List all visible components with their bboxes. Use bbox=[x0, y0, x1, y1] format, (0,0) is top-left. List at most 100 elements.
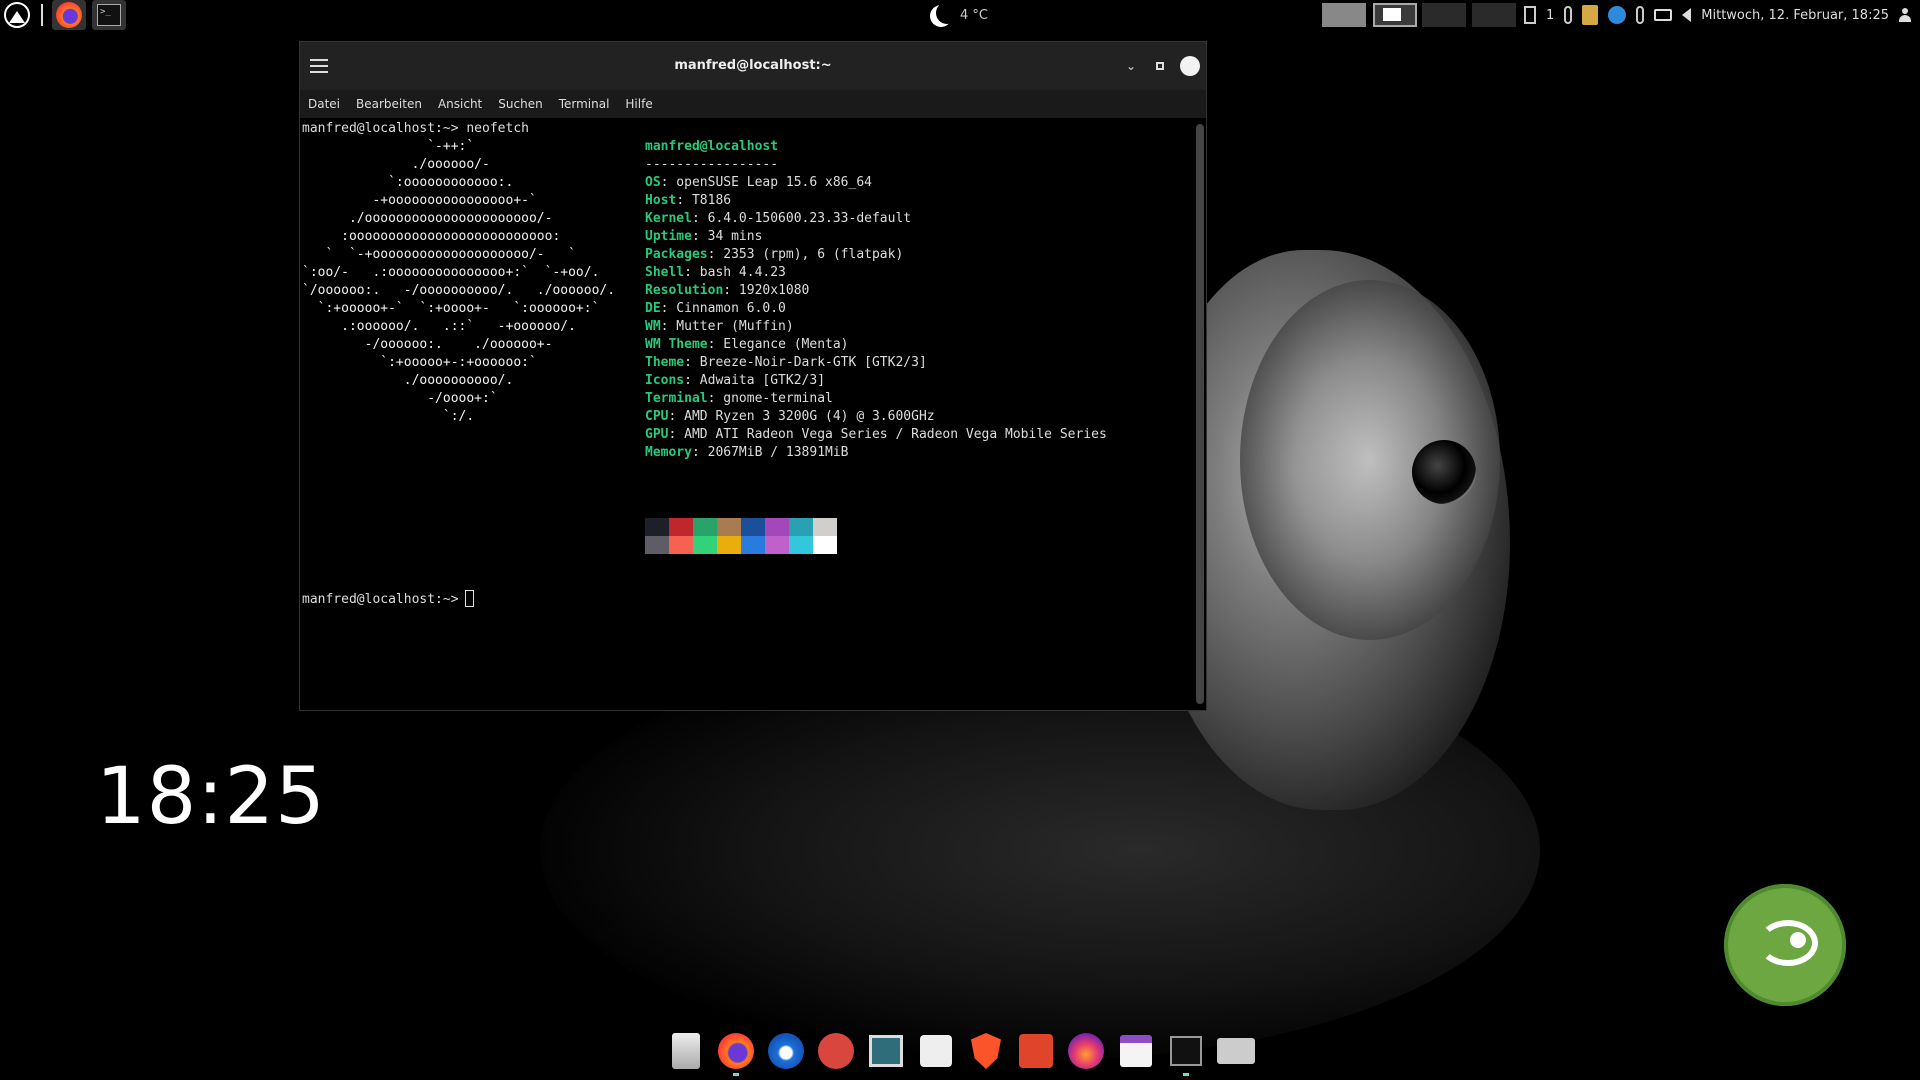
thermometer-icon-2[interactable] bbox=[1636, 6, 1645, 24]
prompt-text: manfred@localhost:~> bbox=[302, 592, 459, 607]
info-row: Packages: 2353 (rpm), 6 (flatpak) bbox=[645, 246, 1107, 264]
disks-icon bbox=[1217, 1038, 1255, 1064]
info-row: Shell: bash 4.4.23 bbox=[645, 264, 1107, 282]
info-key: Resolution bbox=[645, 283, 724, 298]
info-row: Terminal: gnome-terminal bbox=[645, 390, 1107, 408]
clipboard-icon[interactable] bbox=[1582, 5, 1599, 25]
terminal-output[interactable]: manfred@localhost:~> neofetch `-++:` ./o… bbox=[300, 118, 1190, 710]
dock-red-app[interactable] bbox=[816, 1031, 856, 1071]
palette-swatch bbox=[813, 536, 837, 554]
terminal-cursor bbox=[464, 590, 474, 607]
info-value: : openSUSE Leap 15.6 x86_64 bbox=[660, 175, 872, 190]
thermometer-icon[interactable] bbox=[1564, 6, 1573, 24]
menu-terminal[interactable]: Terminal bbox=[551, 90, 618, 118]
dock-flame-app[interactable] bbox=[1066, 1031, 1106, 1071]
calendar-icon bbox=[1120, 1035, 1152, 1067]
palette-swatch bbox=[789, 536, 813, 554]
info-value: : bash 4.4.23 bbox=[684, 265, 786, 280]
volume-icon[interactable] bbox=[1682, 8, 1692, 22]
workspace-4[interactable] bbox=[1472, 3, 1516, 27]
info-row: Kernel: 6.4.0-150600.23.33-default bbox=[645, 210, 1107, 228]
window-title: manfred@localhost:~ bbox=[674, 58, 832, 73]
command-line: manfred@localhost:~> neofetch bbox=[302, 121, 529, 136]
software-store-icon bbox=[920, 1035, 952, 1067]
terminal-icon bbox=[1170, 1036, 1202, 1066]
info-row: DE: Cinnamon 6.0.0 bbox=[645, 300, 1107, 318]
info-key: Host bbox=[645, 193, 677, 208]
panel-clock[interactable]: Mittwoch, 12. Februar, 18:25 bbox=[1701, 8, 1889, 23]
dock-thunderbird[interactable] bbox=[766, 1031, 806, 1071]
palette-swatch bbox=[669, 518, 693, 536]
maximize-button[interactable] bbox=[1152, 58, 1168, 74]
info-value: : Adwaita [GTK2/3] bbox=[684, 373, 826, 388]
dock-system-monitor[interactable] bbox=[866, 1031, 906, 1071]
workspace-2[interactable] bbox=[1373, 3, 1417, 27]
terminal-icon: >_ bbox=[97, 4, 121, 26]
dock-downloader[interactable] bbox=[1016, 1031, 1056, 1071]
info-value: : 2067MiB / 13891MiB bbox=[691, 445, 849, 460]
dock bbox=[666, 1028, 1256, 1076]
palette-swatch bbox=[717, 518, 741, 536]
opensuse-logo bbox=[1724, 884, 1846, 1006]
weather-temperature: 4 °C bbox=[960, 7, 988, 23]
palette-swatch bbox=[741, 536, 765, 554]
info-key: Theme bbox=[645, 355, 685, 370]
desklet-clock: 18:25 bbox=[96, 752, 326, 842]
palette-swatch bbox=[741, 518, 765, 536]
info-key: Kernel bbox=[645, 211, 692, 226]
menu-hilfe[interactable]: Hilfe bbox=[617, 90, 660, 118]
info-value: : Breeze-Noir-Dark-GTK [GTK2/3] bbox=[684, 355, 927, 370]
info-value: : Cinnamon 6.0.0 bbox=[660, 301, 786, 316]
palette-swatch bbox=[693, 536, 717, 554]
terminal-scrollbar[interactable] bbox=[1196, 124, 1204, 704]
menu-button[interactable] bbox=[2, 0, 32, 30]
display-icon[interactable] bbox=[1654, 9, 1673, 21]
dock-terminal[interactable] bbox=[1166, 1031, 1206, 1076]
info-value: : AMD Ryzen 3 3200G (4) @ 3.600GHz bbox=[668, 409, 935, 424]
update-sync-icon[interactable] bbox=[1608, 6, 1627, 24]
weather-applet[interactable]: 4 °C bbox=[930, 0, 988, 30]
info-row: CPU: AMD Ryzen 3 3200G (4) @ 3.600GHz bbox=[645, 408, 1107, 426]
workspace-1[interactable] bbox=[1322, 3, 1366, 27]
info-row: Memory: 2067MiB / 13891MiB bbox=[645, 444, 1107, 462]
system-tray: 1 Mittwoch, 12. Februar, 18:25 bbox=[1524, 0, 1911, 30]
menu-suchen[interactable]: Suchen bbox=[490, 90, 550, 118]
info-value: : 1920x1080 bbox=[723, 283, 810, 298]
geeko-eye-icon bbox=[1758, 920, 1818, 966]
top-panel: >_ 4 °C 1 Mittwoch, 12. Februar, 18:25 bbox=[0, 0, 1920, 30]
menu-bearbeiten[interactable]: Bearbeiten bbox=[348, 90, 430, 118]
info-value: : 34 mins bbox=[691, 229, 763, 244]
workspace-window-thumb bbox=[1383, 8, 1401, 21]
panel-launcher-firefox[interactable] bbox=[52, 0, 86, 30]
menu-ansicht[interactable]: Ansicht bbox=[430, 90, 490, 118]
dock-software-store[interactable] bbox=[916, 1031, 956, 1071]
menu-datei[interactable]: Datei bbox=[300, 90, 348, 118]
palette-swatch bbox=[765, 536, 789, 554]
dock-firefox[interactable] bbox=[716, 1031, 756, 1076]
info-value: : gnome-terminal bbox=[707, 391, 833, 406]
minimize-button[interactable]: ⌄ bbox=[1123, 58, 1139, 74]
keyboard-indicator[interactable]: 1 bbox=[1546, 8, 1554, 23]
mountain-menu-icon bbox=[4, 2, 30, 28]
info-separator: ----------------- bbox=[645, 157, 779, 172]
window-titlebar[interactable]: manfred@localhost:~ ⌄ bbox=[300, 42, 1206, 90]
info-row: WM: Mutter (Muffin) bbox=[645, 318, 1107, 336]
dock-files[interactable] bbox=[666, 1031, 706, 1071]
panel-launcher-terminal[interactable]: >_ bbox=[92, 0, 126, 30]
info-value: : AMD ATI Radeon Vega Series / Radeon Ve… bbox=[668, 427, 1107, 442]
firefox-icon bbox=[56, 2, 82, 28]
workspace-3[interactable] bbox=[1422, 3, 1466, 27]
close-button[interactable] bbox=[1180, 56, 1200, 76]
user-icon[interactable] bbox=[1899, 8, 1911, 22]
dock-calendar[interactable] bbox=[1116, 1031, 1156, 1071]
keyboard-layout-icon[interactable] bbox=[1524, 6, 1536, 24]
dock-brave[interactable] bbox=[966, 1031, 1006, 1071]
thunderbird-icon bbox=[768, 1033, 804, 1069]
info-row: Uptime: 34 mins bbox=[645, 228, 1107, 246]
opensuse-ascii-logo: `-++:` ./oooooo/- `:oooooooooooo:. -+ooo… bbox=[302, 139, 616, 424]
info-key: CPU bbox=[645, 409, 669, 424]
info-value: : Elegance (Menta) bbox=[707, 337, 849, 352]
dock-disks[interactable] bbox=[1216, 1031, 1256, 1071]
palette-swatch bbox=[813, 518, 837, 536]
info-row: Icons: Adwaita [GTK2/3] bbox=[645, 372, 1107, 390]
